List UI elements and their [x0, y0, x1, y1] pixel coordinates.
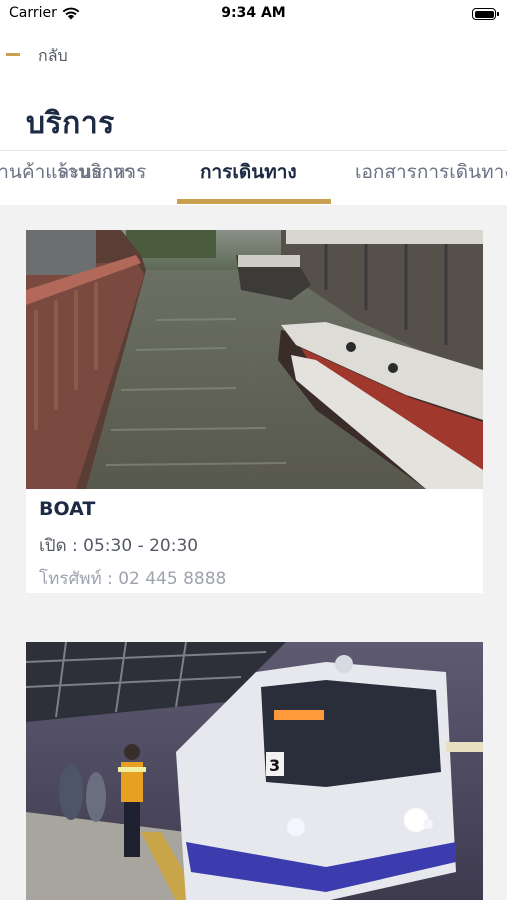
- status-bar: Carrier 9:34 AM: [0, 0, 507, 28]
- tab-transportation[interactable]: การเดินทาง: [200, 157, 297, 205]
- service-phone[interactable]: โทรศัพท์ : 02 445 8888: [39, 565, 226, 592]
- tab-bar: ร้านค้าและบริการ ร้านอาหาร การเดินทาง เอ…: [0, 152, 507, 205]
- back-button[interactable]: กลับ: [0, 40, 120, 70]
- svg-text:3: 3: [269, 756, 280, 775]
- back-label: กลับ: [38, 46, 68, 65]
- tab-restaurants[interactable]: ร้านอาหาร: [57, 157, 146, 205]
- back-dash-icon: [6, 53, 20, 56]
- header-area: Carrier 9:34 AM กลับ บริการ ร้านค้าและบร…: [0, 0, 507, 205]
- service-hours: เปิด : 05:30 - 20:30: [39, 536, 199, 556]
- battery-icon: [472, 8, 499, 20]
- page-title: บริการ: [26, 106, 115, 141]
- active-tab-indicator: [177, 199, 331, 204]
- service-name: BOAT: [39, 498, 96, 520]
- canal-boat-photo: [26, 230, 483, 489]
- divider: [0, 150, 507, 151]
- clock: 9:34 AM: [221, 5, 286, 21]
- service-card-airport-rail-link[interactable]: 3: [26, 642, 483, 900]
- tab-travel-documents[interactable]: เอกสารการเดินทาง: [355, 157, 507, 205]
- service-card-boat[interactable]: BOAT เปิด : 05:30 - 20:30 โทรศัพท์ : 02 …: [26, 230, 483, 593]
- airport-rail-link-train-photo: 3: [26, 642, 483, 900]
